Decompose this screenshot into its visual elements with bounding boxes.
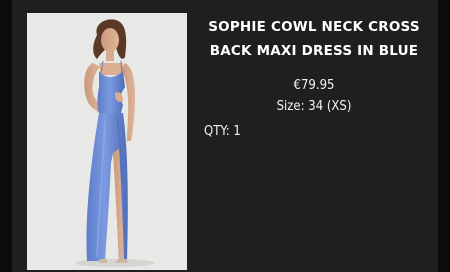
product-details: SOPHIE COWL NECK CROSS BACK MAXI DRESS I… — [200, 0, 440, 272]
product-photo — [27, 13, 187, 270]
product-title-line-1: SOPHIE COWL NECK CROSS — [208, 19, 420, 35]
product-quantity: QTY: 1 — [204, 124, 241, 139]
product-title-line-2: BACK MAXI DRESS IN BLUE — [209, 43, 419, 59]
qty-value: 1 — [233, 124, 241, 139]
product-price: €79.95 — [293, 78, 335, 93]
product-image[interactable] — [27, 13, 187, 270]
size-label: Size: — [276, 99, 305, 114]
qty-label: QTY: — [204, 124, 230, 139]
product-title[interactable]: SOPHIE COWL NECK CROSS BACK MAXI DRESS I… — [202, 15, 426, 63]
size-value: 34 (XS) — [308, 99, 352, 114]
product-size: Size: 34 (XS) — [202, 99, 426, 114]
